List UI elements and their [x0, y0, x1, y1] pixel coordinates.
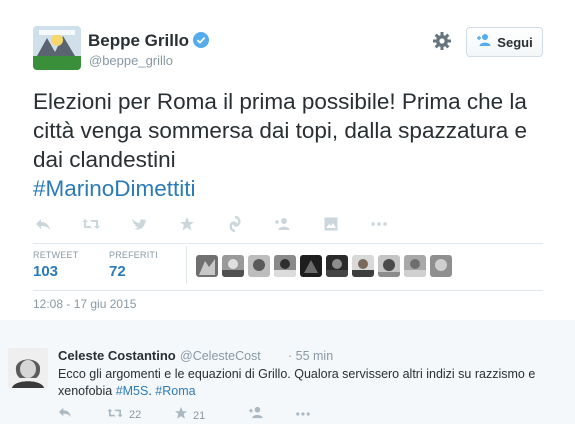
reply-actions: 22 21 [58, 406, 318, 422]
retweet-stat-label: RETWEET [33, 250, 79, 260]
favorites-stat[interactable]: PREFERITI 72 [109, 250, 158, 280]
tweet-timestamp[interactable]: 12:08 - 17 giu 2015 [33, 297, 136, 311]
vine-icon[interactable] [225, 214, 245, 234]
favoriter-avatar[interactable] [274, 255, 296, 277]
favorite-icon[interactable] [177, 214, 197, 234]
follow-icon[interactable] [273, 214, 293, 234]
hashtag-link[interactable]: #M5S [116, 384, 149, 398]
twitter-bird-icon[interactable] [129, 214, 149, 234]
favoriter-avatar[interactable] [404, 255, 426, 277]
favoriter-avatar[interactable] [196, 255, 218, 277]
retweet-icon[interactable] [81, 214, 101, 234]
reply-retweet-button[interactable]: 22 [106, 406, 141, 424]
author-avatar[interactable] [33, 26, 81, 70]
more-icon[interactable] [296, 412, 310, 416]
follow-icon[interactable] [248, 406, 265, 419]
follow-user-icon [476, 33, 492, 52]
retweet-icon [106, 406, 124, 424]
favoriter-avatar[interactable] [248, 255, 270, 277]
author-name-text[interactable]: Beppe Grillo [88, 31, 189, 50]
favoriter-avatar[interactable] [222, 255, 244, 277]
reply-favorite-count: 21 [193, 409, 206, 422]
follow-label: Segui [497, 34, 533, 50]
tweet-actions [33, 214, 393, 234]
favorites-stat-count[interactable]: 72 [109, 263, 158, 280]
tweet-text: Elezioni per Roma il prima possibile! Pr… [33, 87, 563, 203]
hashtag-link[interactable]: #MarinoDimettiti [33, 176, 196, 201]
favorites-stat-label: PREFERITI [109, 250, 158, 260]
reply-text: Ecco gli argomenti e le equazioni di Gri… [58, 366, 563, 400]
main-tweet: Beppe Grillo @beppe_grillo Segui Elezion… [0, 0, 575, 320]
stats-separator [186, 246, 187, 284]
author-handle[interactable]: @beppe_grillo [89, 53, 173, 68]
reply-favorite-button[interactable]: 21 [174, 406, 205, 424]
author-name[interactable]: Beppe Grillo [88, 31, 210, 53]
favoriters-avatars [196, 255, 452, 277]
image-icon[interactable] [321, 214, 341, 234]
follow-button[interactable]: Segui [466, 27, 543, 57]
reply-author-name[interactable]: Celeste Costantino [58, 348, 176, 363]
more-icon[interactable] [369, 214, 389, 234]
gear-icon[interactable] [432, 31, 452, 51]
favoriter-avatar[interactable] [430, 255, 452, 277]
divider [33, 290, 543, 291]
verified-badge-icon [193, 32, 210, 53]
favoriter-avatar[interactable] [326, 255, 348, 277]
divider [33, 243, 543, 244]
reply-icon[interactable] [58, 406, 72, 418]
reply-icon[interactable] [33, 214, 53, 234]
favorite-icon [174, 406, 188, 424]
reply-time[interactable]: · 55 min [288, 349, 333, 363]
favoriter-avatar[interactable] [378, 255, 400, 277]
tweet-body: Elezioni per Roma il prima possibile! Pr… [33, 89, 528, 172]
retweet-stat[interactable]: RETWEET 103 [33, 250, 78, 280]
favoriter-avatar[interactable] [352, 255, 374, 277]
retweet-stat-count[interactable]: 103 [33, 263, 78, 280]
reply-author-avatar[interactable] [8, 348, 48, 388]
hashtag-link[interactable]: #Roma [155, 384, 195, 398]
favoriter-avatar[interactable] [300, 255, 322, 277]
reply-retweet-count: 22 [129, 409, 142, 421]
reply-author-handle[interactable]: @CelesteCost [180, 349, 261, 363]
